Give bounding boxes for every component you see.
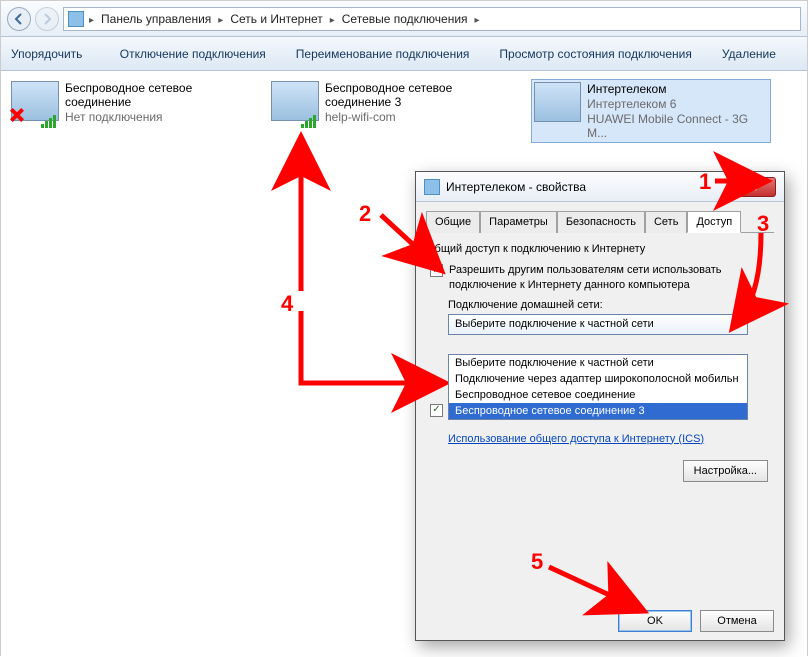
ics-help-link[interactable]: Использование общего доступа к Интернету… xyxy=(448,432,704,447)
home-network-combo[interactable]: Выберите подключение к частной сети xyxy=(448,314,748,335)
chevron-right-icon xyxy=(86,12,97,26)
breadcrumb[interactable]: Панель управления Сеть и Интернет Сетевы… xyxy=(63,7,801,31)
tab-security[interactable]: Безопасность xyxy=(557,211,645,233)
section-heading: Общий доступ к подключению к Интернету xyxy=(426,243,774,255)
allow-sharing-checkbox[interactable] xyxy=(430,264,443,277)
tab-options[interactable]: Параметры xyxy=(480,211,557,233)
chevron-right-icon xyxy=(327,12,338,26)
toolbar: Упорядочить Отключение подключения Переи… xyxy=(1,37,807,71)
dropdown-option[interactable]: Выберите подключение к частной сети xyxy=(449,355,747,371)
chevron-right-icon xyxy=(472,12,483,26)
breadcrumb-item[interactable]: Сетевые подключения xyxy=(340,12,470,26)
tab-network[interactable]: Сеть xyxy=(645,211,687,233)
tab-sharing[interactable]: Доступ xyxy=(687,211,741,233)
nav-forward-button[interactable] xyxy=(35,7,59,31)
connection-status: Интертелеком 6 xyxy=(587,97,768,111)
connection-status: help-wifi-com xyxy=(325,110,511,124)
nav-back-button[interactable] xyxy=(7,7,31,31)
dialog-tabs: Общие Параметры Безопасность Сеть Доступ xyxy=(426,210,774,233)
connection-item-selected[interactable]: Интертелеком Интертелеком 6 HUAWEI Mobil… xyxy=(531,79,771,143)
organize-button[interactable]: Упорядочить xyxy=(11,47,94,61)
connection-status: Нет подключения xyxy=(65,110,251,124)
allow-sharing-label: Разрешить другим пользователям сети испо… xyxy=(449,263,774,293)
connection-item[interactable]: Беспроводное сетевое соединение 3 help-w… xyxy=(271,81,511,124)
connection-device: HUAWEI Mobile Connect - 3G M... xyxy=(587,112,768,140)
properties-dialog: Интертелеком - свойства ✕ Общие Параметр… xyxy=(415,171,785,641)
connection-item[interactable]: Беспроводное сетевое соединение Нет подк… xyxy=(11,81,251,124)
rename-connection-button[interactable]: Переименование подключения xyxy=(296,47,474,61)
connection-title: Беспроводное сетевое соединение 3 xyxy=(325,81,511,109)
dropdown-option-highlighted[interactable]: Беспроводное сетевое соединение 3 xyxy=(449,403,747,419)
allow-control-checkbox[interactable] xyxy=(430,404,443,417)
dropdown-option[interactable]: Подключение через адаптер широкополосной… xyxy=(449,371,747,387)
close-button[interactable]: ✕ xyxy=(730,177,776,197)
chevron-right-icon xyxy=(215,12,226,26)
ok-button[interactable]: OK xyxy=(618,610,692,632)
disable-connection-button[interactable]: Отключение подключения xyxy=(120,47,270,61)
cancel-button[interactable]: Отмена xyxy=(700,610,774,632)
home-network-label: Подключение домашней сети: xyxy=(448,299,774,311)
view-status-button[interactable]: Просмотр состояния подключения xyxy=(499,47,695,61)
settings-button[interactable]: Настройка... xyxy=(683,460,768,482)
connection-title: Беспроводное сетевое соединение xyxy=(65,81,251,109)
dropdown-option[interactable]: Беспроводное сетевое соединение xyxy=(449,387,747,403)
folder-icon xyxy=(68,11,84,27)
breadcrumb-item[interactable]: Панель управления xyxy=(99,12,213,26)
tab-general[interactable]: Общие xyxy=(426,211,480,233)
signal-icon xyxy=(41,115,56,128)
delete-button[interactable]: Удаление xyxy=(722,47,780,61)
home-network-dropdown[interactable]: Выберите подключение к частной сети Подк… xyxy=(448,354,748,420)
connection-title: Интертелеком xyxy=(587,82,768,96)
dialog-title: Интертелеком - свойства xyxy=(446,180,730,194)
modem-icon xyxy=(534,82,581,122)
dialog-icon xyxy=(424,179,440,195)
address-bar: Панель управления Сеть и Интернет Сетевы… xyxy=(1,1,807,37)
breadcrumb-item[interactable]: Сеть и Интернет xyxy=(228,12,324,26)
dialog-titlebar[interactable]: Интертелеком - свойства ✕ xyxy=(416,172,784,202)
signal-icon xyxy=(301,115,316,128)
